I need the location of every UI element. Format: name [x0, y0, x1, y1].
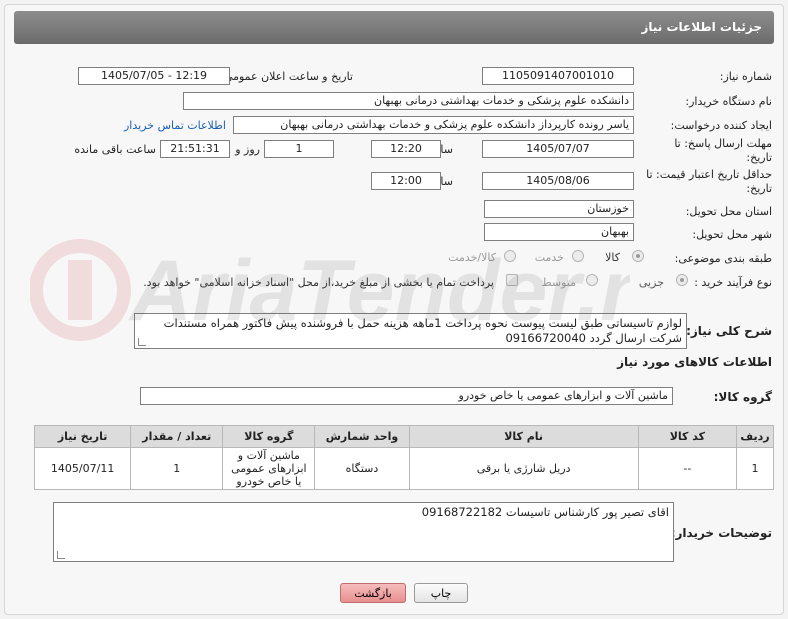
buyer-notes-label: توضیحات خریدار:: [670, 526, 772, 540]
city-label: شهر محل تحویل:: [692, 228, 772, 241]
announce-datetime-label: تاریخ و ساعت اعلان عمومی:: [220, 70, 353, 83]
cell-date: 1405/07/11: [33, 447, 132, 490]
buyer-org-label: نام دستگاه خریدار:: [685, 95, 772, 108]
category-option-goods-service: کالا/خدمت: [448, 251, 496, 264]
table-row[interactable]: 1 -- دریل شارژی یا برقی دستگاه ماشین آلا…: [33, 447, 775, 490]
process-radio-minor[interactable]: [676, 274, 688, 286]
general-desc-text: لوازم تاسیساتی طبق لیست پیوست نحوه پرداخ…: [163, 316, 682, 345]
price-validity-date-field: 1405/08/06: [482, 172, 634, 190]
col-name: نام کالا: [408, 425, 639, 448]
goods-group-label: گروه کالا:: [713, 390, 772, 404]
announce-datetime-field: 1405/07/05 - 12:19: [78, 67, 230, 85]
requester-label: ایجاد کننده درخواست:: [670, 119, 772, 132]
col-date: تاریخ نیاز: [33, 425, 132, 448]
cell-row: 1: [735, 447, 775, 490]
province-field: خوزستان: [484, 200, 634, 218]
price-validity-label: حداقل تاریخ اعتبار قیمت: تا تاریخ:: [646, 168, 772, 195]
reply-deadline-date-field: 1405/07/07: [482, 140, 634, 158]
reply-deadline-time-field: 12:20: [371, 140, 441, 158]
remaining-time-label: ساعت باقی مانده: [74, 143, 156, 156]
remaining-time-field: 21:51:31: [160, 140, 230, 158]
category-radio-goods[interactable]: [632, 250, 644, 262]
remaining-days-field: 1: [264, 140, 334, 158]
need-number-label: شماره نیاز:: [719, 70, 772, 83]
remaining-days-label: روز و: [235, 143, 260, 156]
category-radio-goods-service[interactable]: [504, 250, 516, 262]
city-field: بهبهان: [484, 223, 634, 241]
col-code: کد کالا: [637, 425, 737, 448]
cell-name: دریل شارژی یا برقی: [408, 447, 639, 490]
resize-handle-icon[interactable]: [57, 551, 65, 559]
reply-deadline-label: مهلت ارسال پاسخ: تا تاریخ:: [674, 137, 772, 164]
requester-field: یاسر رونده کارپرداز دانشکده علوم پزشکی و…: [233, 116, 634, 134]
cell-group: ماشین آلات و ابزارهای عمومی یا خاص خودرو: [222, 447, 316, 490]
page-title: جزئیات اطلاعات نیاز: [14, 11, 774, 44]
resize-handle-icon[interactable]: [138, 338, 146, 346]
goods-group-field: ماشین آلات و ابزارهای عمومی یا خاص خودرو: [140, 387, 673, 405]
process-radio-medium[interactable]: [586, 274, 598, 286]
buyer-notes-textarea[interactable]: اقای تصیر پور کارشناس تاسیسات 0916872218…: [53, 502, 674, 562]
treasury-payment-checkbox[interactable]: [506, 274, 518, 286]
general-desc-textarea[interactable]: لوازم تاسیساتی طبق لیست پیوست نحوه پرداخ…: [134, 313, 687, 349]
province-label: استان محل تحویل:: [685, 205, 772, 218]
goods-section-title: اطلاعات کالاهای مورد نیاز: [617, 355, 772, 369]
goods-table: ردیف کد کالا نام کالا واحد شمارش گروه کا…: [33, 425, 775, 490]
cell-code: --: [637, 447, 737, 490]
col-unit: واحد شمارش: [314, 425, 410, 448]
category-option-goods: کالا: [605, 251, 620, 264]
buyer-org-field: دانشکده علوم پزشکی و خدمات بهداشتی درمان…: [183, 92, 634, 110]
price-validity-time-field: 12:00: [371, 172, 441, 190]
process-option-minor: جزیی: [638, 276, 664, 289]
need-number-field: 1105091407001010: [482, 67, 634, 85]
category-label: طبقه بندی موضوعی:: [674, 252, 772, 265]
col-qty: تعداد / مقدار: [130, 425, 224, 448]
buyer-notes-text: اقای تصیر پور کارشناس تاسیسات 0916872218…: [421, 505, 669, 519]
process-type-label: نوع فرآیند خرید :: [694, 276, 772, 289]
general-desc-label: شرح کلی نیاز:: [686, 324, 772, 338]
print-button[interactable]: چاپ: [414, 583, 468, 603]
cell-qty: 1: [130, 447, 224, 490]
goods-table-header: ردیف کد کالا نام کالا واحد شمارش گروه کا…: [33, 425, 775, 448]
back-button[interactable]: بازگشت: [340, 583, 406, 603]
treasury-payment-note: پرداخت تمام یا بخشی از مبلغ خرید،از محل …: [143, 276, 494, 289]
buyer-contact-link[interactable]: اطلاعات تماس خریدار: [124, 119, 226, 132]
col-group: گروه کالا: [222, 425, 316, 448]
col-row: ردیف: [735, 425, 775, 448]
cell-unit: دستگاه: [314, 447, 410, 490]
category-radio-service[interactable]: [572, 250, 584, 262]
category-option-service: خدمت: [534, 251, 564, 264]
process-option-medium: متوسط: [541, 276, 576, 289]
